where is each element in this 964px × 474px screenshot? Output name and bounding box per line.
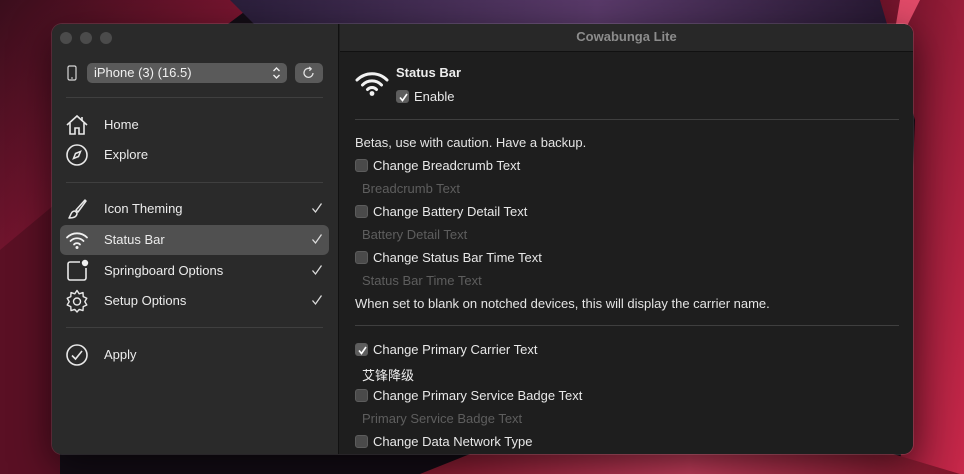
wifi-icon xyxy=(355,72,389,96)
iphone-icon xyxy=(67,65,77,81)
close-window-button[interactable] xyxy=(60,32,72,44)
sidebar-item-setup-options[interactable]: Setup Options xyxy=(60,286,329,316)
app-badge-icon xyxy=(67,259,89,281)
refresh-icon xyxy=(303,66,314,78)
sidebar-item-icon-theming[interactable]: Icon Theming xyxy=(60,194,329,224)
checkmark-circle-icon xyxy=(66,344,88,366)
time-text-field[interactable]: Status Bar Time Text xyxy=(362,273,482,288)
wifi-icon xyxy=(66,232,88,249)
checkmark-icon xyxy=(312,234,323,245)
content-divider xyxy=(355,119,899,120)
primary-carrier-checkbox[interactable] xyxy=(355,343,368,356)
sidebar-item-status-bar[interactable]: Status Bar xyxy=(60,225,329,255)
time-label: Change Status Bar Time Text xyxy=(373,250,542,265)
primary-carrier-label: Change Primary Carrier Text xyxy=(373,342,538,357)
sidebar: iPhone (3) (16.5) Home Explore Icon Them… xyxy=(52,24,339,454)
service-badge-text-field[interactable]: Primary Service Badge Text xyxy=(362,411,522,426)
sidebar-item-apply[interactable]: Apply xyxy=(60,340,329,370)
sidebar-item-label: Status Bar xyxy=(104,232,165,247)
sidebar-divider xyxy=(66,182,323,183)
sidebar-item-home[interactable]: Home xyxy=(60,110,329,140)
sidebar-item-label: Explore xyxy=(104,147,149,162)
enable-checkbox-row[interactable]: Enable xyxy=(396,88,516,106)
app-window: iPhone (3) (16.5) Home Explore Icon Them… xyxy=(52,24,913,454)
primary-carrier-checkbox-row[interactable]: Change Primary Carrier Text xyxy=(355,341,655,359)
sidebar-item-explore[interactable]: Explore xyxy=(60,140,329,170)
content-divider xyxy=(355,325,899,326)
section-title: Status Bar xyxy=(396,65,462,80)
gear-icon xyxy=(66,289,88,313)
battery-label: Change Battery Detail Text xyxy=(373,204,528,219)
checkmark-icon xyxy=(358,346,367,355)
sidebar-item-label: Setup Options xyxy=(104,293,187,308)
battery-text-field[interactable]: Battery Detail Text xyxy=(362,227,467,242)
service-badge-label: Change Primary Service Badge Text xyxy=(373,388,583,403)
breadcrumb-label: Change Breadcrumb Text xyxy=(373,158,521,173)
sidebar-divider xyxy=(66,97,323,98)
checkmark-icon xyxy=(312,295,323,306)
battery-checkbox[interactable] xyxy=(355,205,368,218)
checkmark-icon xyxy=(312,265,323,276)
device-select[interactable]: iPhone (3) (16.5) xyxy=(87,63,287,83)
time-checkbox[interactable] xyxy=(355,251,368,264)
compass-icon xyxy=(66,144,88,166)
service-badge-checkbox[interactable] xyxy=(355,389,368,402)
enable-label: Enable xyxy=(414,89,455,104)
beta-warning: Betas, use with caution. Have a backup. xyxy=(355,135,587,150)
paintbrush-icon xyxy=(68,199,87,219)
sidebar-item-label: Icon Theming xyxy=(104,201,183,216)
window-title: Cowabunga Lite xyxy=(340,24,913,52)
minimize-window-button[interactable] xyxy=(80,32,92,44)
checkmark-icon xyxy=(312,203,323,214)
breadcrumb-checkbox-row[interactable]: Change Breadcrumb Text xyxy=(355,157,655,175)
content-pane: Cowabunga Lite Status Bar Enable Betas, … xyxy=(340,24,913,454)
house-icon xyxy=(66,114,88,135)
data-network-checkbox[interactable] xyxy=(355,435,368,448)
battery-checkbox-row[interactable]: Change Battery Detail Text xyxy=(355,203,655,221)
sidebar-item-springboard-options[interactable]: Springboard Options xyxy=(60,256,329,286)
enable-checkbox[interactable] xyxy=(396,90,409,103)
refresh-devices-button[interactable] xyxy=(295,63,323,83)
zoom-window-button[interactable] xyxy=(100,32,112,44)
breadcrumb-checkbox[interactable] xyxy=(355,159,368,172)
checkmark-icon xyxy=(399,93,408,102)
sidebar-divider xyxy=(66,327,323,328)
time-checkbox-row[interactable]: Change Status Bar Time Text xyxy=(355,249,655,267)
device-select-value: iPhone (3) (16.5) xyxy=(94,65,192,80)
service-badge-checkbox-row[interactable]: Change Primary Service Badge Text xyxy=(355,387,655,405)
chevron-updown-icon xyxy=(273,67,280,79)
primary-carrier-text-field[interactable]: 艾锋降级 xyxy=(362,365,414,384)
sidebar-item-label: Apply xyxy=(104,347,137,362)
breadcrumb-text-field[interactable]: Breadcrumb Text xyxy=(362,181,460,196)
data-network-label: Change Data Network Type xyxy=(373,434,533,449)
sidebar-item-label: Home xyxy=(104,117,139,132)
data-network-checkbox-row[interactable]: Change Data Network Type xyxy=(355,433,655,451)
carrier-note: When set to blank on notched devices, th… xyxy=(355,296,770,311)
sidebar-item-label: Springboard Options xyxy=(104,263,224,278)
